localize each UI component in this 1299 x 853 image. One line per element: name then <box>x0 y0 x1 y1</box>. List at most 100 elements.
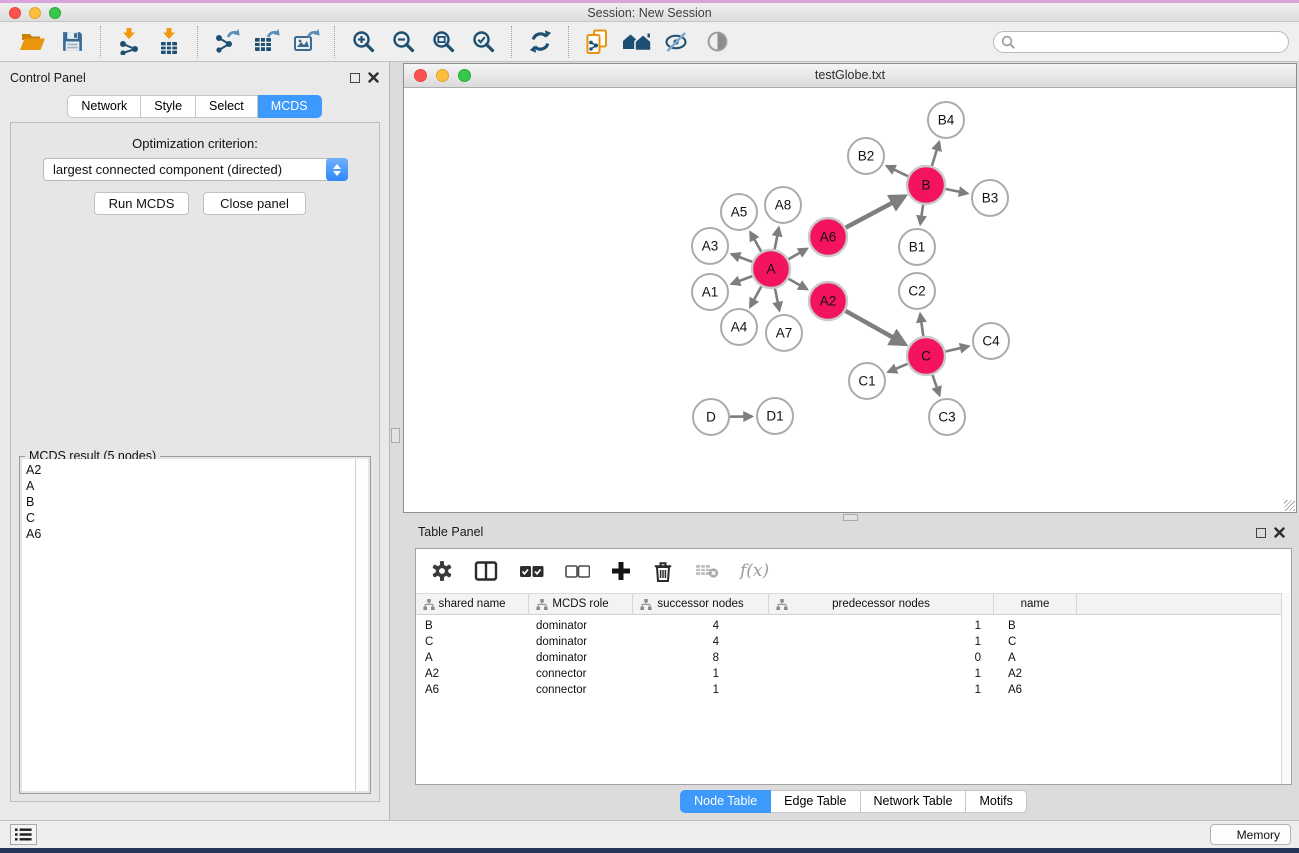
graph-edge-B-B2[interactable] <box>887 166 908 176</box>
column-header-name[interactable]: name <box>994 594 1077 614</box>
close-panel-icon[interactable] <box>368 72 379 83</box>
import-table-icon[interactable] <box>152 25 186 59</box>
table-header-row: shared name MCDS role successor nodes pr… <box>416 593 1291 615</box>
toolbar-separator <box>511 26 512 58</box>
zoom-fit-icon[interactable] <box>426 25 460 59</box>
search-input[interactable] <box>993 31 1289 53</box>
zoom-in-icon[interactable] <box>346 25 380 59</box>
tab-network-table[interactable]: Network Table <box>861 790 967 813</box>
network-column-icon <box>423 599 435 611</box>
graph-edge-B-B3[interactable] <box>946 189 968 193</box>
column-header-mcds-role[interactable]: MCDS role <box>529 594 633 614</box>
show-column-panel-icon[interactable] <box>474 560 498 582</box>
refresh-icon[interactable] <box>523 25 557 59</box>
vertical-split-handle[interactable] <box>391 428 400 443</box>
import-network-icon[interactable] <box>112 25 146 59</box>
criterion-dropdown[interactable]: largest connected component (directed) <box>43 158 348 181</box>
mcds-result-item[interactable]: A <box>26 478 355 494</box>
dropdown-stepper-icon <box>326 158 348 181</box>
graph-edge-B-B4[interactable] <box>932 142 939 166</box>
select-all-icon[interactable] <box>519 565 544 578</box>
table-row[interactable]: A6connector11A6 <box>416 682 1291 698</box>
run-mcds-button[interactable]: Run MCDS <box>94 192 189 215</box>
graph-edge-A-A7[interactable] <box>775 289 779 311</box>
mcds-result-scrollbar[interactable] <box>355 459 368 791</box>
export-image-icon[interactable] <box>289 25 323 59</box>
hide-graphics-details-icon[interactable] <box>660 25 694 59</box>
graph-edge-A-A3[interactable] <box>732 254 753 262</box>
window-resize-grip[interactable] <box>1284 500 1295 511</box>
table-cell: A2 <box>416 668 529 680</box>
network-canvas[interactable]: B4B2BB3A8A5A6A3B1AC2A1A2A4A7C4CC1C3DD1 <box>404 88 1296 512</box>
deselect-all-icon[interactable] <box>565 565 590 578</box>
table-row[interactable]: Bdominator41B <box>416 618 1291 634</box>
close-panel-button[interactable]: Close panel <box>203 192 306 215</box>
show-graphics-details-icon[interactable] <box>700 25 734 59</box>
graph-edge-C-C4[interactable] <box>946 346 969 351</box>
graph-edge-A-A6[interactable] <box>788 249 807 260</box>
tab-network[interactable]: Network <box>67 95 141 118</box>
table-scrollbar[interactable] <box>1281 593 1291 784</box>
toolbar-separator <box>568 26 569 58</box>
zoom-out-icon[interactable] <box>386 25 420 59</box>
mcds-result-item[interactable]: B <box>26 494 355 510</box>
graph-node-label: B4 <box>938 113 955 128</box>
clone-network-icon[interactable] <box>580 25 614 59</box>
graph-edge-C-C1[interactable] <box>888 364 907 372</box>
zoom-selected-icon[interactable] <box>466 25 500 59</box>
graph-edge-C-C2[interactable] <box>920 314 923 336</box>
memory-button[interactable]: Memory <box>1210 824 1291 845</box>
tab-node-table[interactable]: Node Table <box>680 790 771 813</box>
table-panel-title: Table Panel <box>418 525 483 539</box>
tab-mcds[interactable]: MCDS <box>258 95 322 118</box>
graph-edge-C-C3[interactable] <box>933 375 940 395</box>
tab-select[interactable]: Select <box>196 95 258 118</box>
graph-edge-A-A1[interactable] <box>732 276 753 284</box>
graph-edge-A-A2[interactable] <box>788 279 807 290</box>
search-field-wrap <box>993 31 1289 53</box>
column-header-successor-nodes[interactable]: successor nodes <box>633 594 769 614</box>
tab-style[interactable]: Style <box>141 95 196 118</box>
tab-motifs[interactable]: Motifs <box>966 790 1026 813</box>
graph-edge-A2-C[interactable] <box>845 311 905 345</box>
graph-edge-A-A8[interactable] <box>775 228 779 250</box>
graph-edge-B-B1[interactable] <box>920 205 923 224</box>
close-table-panel-icon[interactable] <box>1274 527 1285 538</box>
mcds-result-item[interactable]: A2 <box>26 462 355 478</box>
network-window-titlebar[interactable]: testGlobe.txt <box>404 64 1296 88</box>
table-row[interactable]: A2connector11A2 <box>416 666 1291 682</box>
column-label: name <box>1021 598 1050 610</box>
mcds-result-group: MCDS result (5 nodes) A2ABCA6 <box>19 456 371 794</box>
graph-edge-A-A5[interactable] <box>750 232 761 252</box>
open-file-icon[interactable] <box>15 25 49 59</box>
graph-edge-A6-B[interactable] <box>846 196 905 227</box>
table-row[interactable]: Cdominator41C <box>416 634 1291 650</box>
horizontal-split-handle[interactable] <box>843 514 858 521</box>
home-icon[interactable] <box>620 25 654 59</box>
mcds-result-item[interactable]: A6 <box>26 526 355 542</box>
create-column-icon[interactable] <box>611 561 631 581</box>
column-header-shared-name[interactable]: shared name <box>416 594 529 614</box>
graph-node-label: A7 <box>776 326 793 341</box>
export-table-icon[interactable] <box>249 25 283 59</box>
table-toolbar: f(x) <box>416 549 1291 593</box>
table-settings-gear-icon[interactable] <box>431 560 453 582</box>
optimization-criterion-label: Optimization criterion: <box>11 136 379 151</box>
graph-node-label: A <box>766 262 775 277</box>
toolbar-separator <box>197 26 198 58</box>
graph-node-label: A1 <box>702 285 719 300</box>
float-panel-icon[interactable] <box>350 73 360 83</box>
graph-edge-A-A4[interactable] <box>750 287 761 307</box>
table-body: Bdominator41BCdominator41CAdominator80AA… <box>416 615 1291 698</box>
table-cell: dominator <box>529 620 633 632</box>
tab-edge-table[interactable]: Edge Table <box>771 790 860 813</box>
float-table-panel-icon[interactable] <box>1256 528 1266 538</box>
graph-node-label: A4 <box>731 320 748 335</box>
mcds-result-item[interactable]: C <box>26 510 355 526</box>
column-header-predecessor-nodes[interactable]: predecessor nodes <box>769 594 994 614</box>
task-history-button[interactable] <box>10 824 37 845</box>
delete-column-trash-icon[interactable] <box>652 560 674 583</box>
save-session-icon[interactable] <box>55 25 89 59</box>
export-network-icon[interactable] <box>209 25 243 59</box>
table-row[interactable]: Adominator80A <box>416 650 1291 666</box>
